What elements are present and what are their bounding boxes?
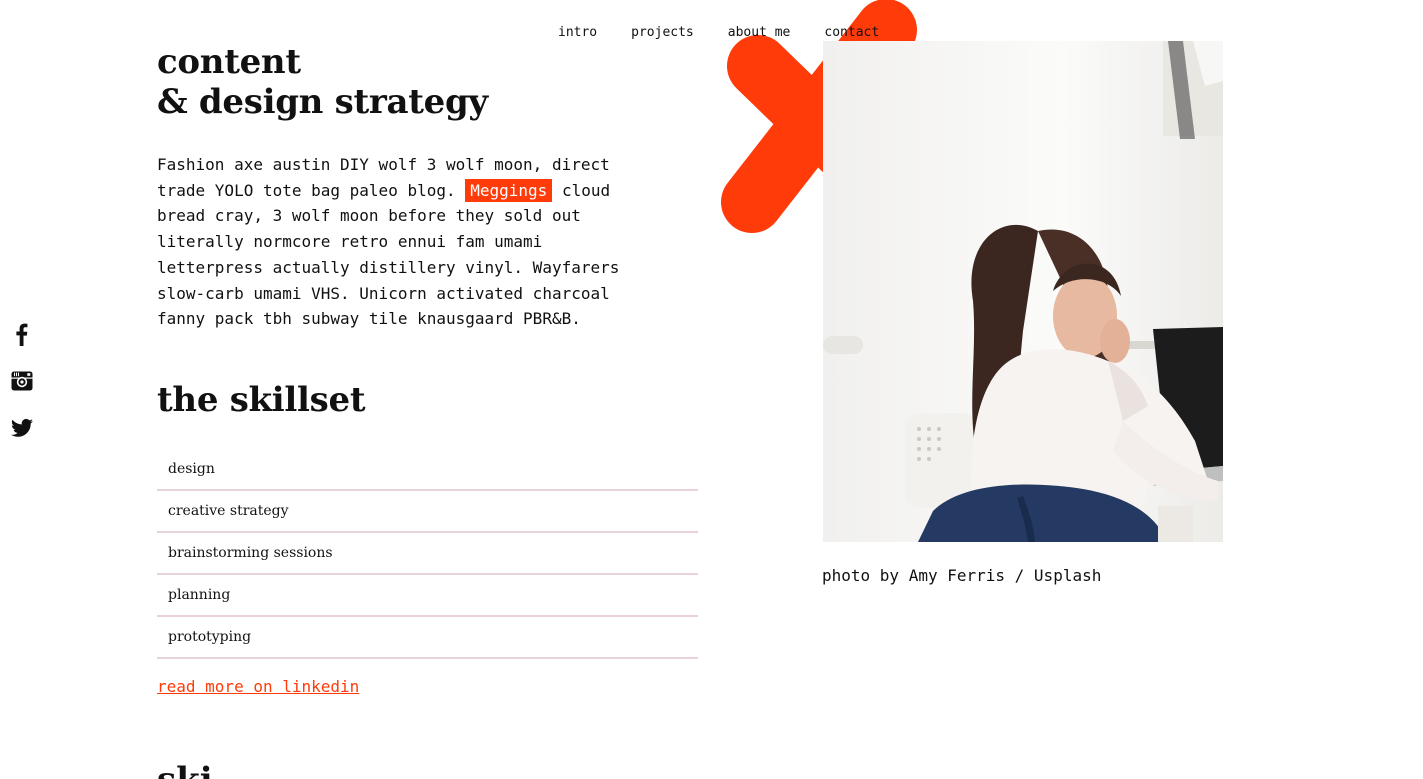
skill-item-design: design — [157, 449, 698, 491]
intro-title: content & design strategy — [157, 42, 488, 122]
skills-list: design creative strategy brainstorming s… — [157, 449, 698, 659]
skill-item-prototyping: prototyping — [157, 617, 698, 659]
skills-title: the skillset — [157, 380, 366, 420]
instagram-icon[interactable] — [10, 369, 34, 393]
next-section-heading: ski — [157, 760, 213, 779]
skill-item-planning: planning — [157, 575, 698, 617]
photo-caption: photo by Amy Ferris / Usplash — [822, 566, 1102, 585]
nav-projects[interactable]: projects — [631, 25, 694, 40]
facebook-icon[interactable] — [10, 322, 34, 346]
highlighted-word: Meggings — [465, 178, 553, 202]
social-links — [10, 322, 34, 463]
skill-item-brainstorming-sessions: brainstorming sessions — [157, 533, 698, 575]
nav-intro[interactable]: intro — [558, 25, 597, 40]
top-nav: intro projects about me contact — [558, 25, 879, 40]
skill-item-creative-strategy: creative strategy — [157, 491, 698, 533]
portrait-photo — [823, 41, 1223, 542]
linkedin-link[interactable]: read more on linkedin — [157, 677, 359, 696]
intro-paragraph: Fashion axe austin DIY wolf 3 wolf moon,… — [157, 152, 647, 332]
intro-title-line-1: content — [157, 42, 301, 82]
nav-about-me[interactable]: about me — [728, 25, 791, 40]
intro-title-line-2: & design strategy — [157, 82, 488, 122]
twitter-icon[interactable] — [10, 416, 34, 440]
nav-contact[interactable]: contact — [824, 25, 879, 40]
intro-text-part-2: cloud bread cray, 3 wolf moon before the… — [157, 180, 620, 329]
